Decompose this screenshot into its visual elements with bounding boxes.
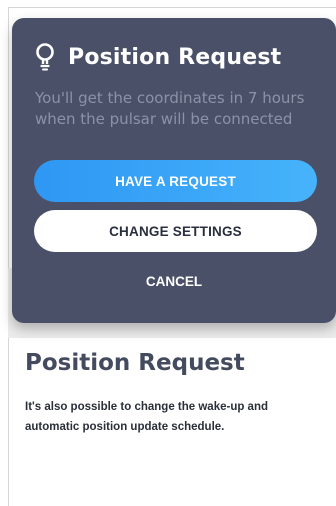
have-a-request-button[interactable]: HAVE A REQUEST	[34, 160, 317, 202]
frame-border-left	[8, 7, 9, 506]
frame-border-top	[8, 7, 336, 8]
cancel-button[interactable]: CANCEL	[12, 274, 336, 289]
dialog-header: Position Request	[34, 42, 281, 72]
position-request-dialog: Position Request You'll get the coordina…	[12, 18, 336, 323]
change-settings-button[interactable]: CHANGE SETTINGS	[34, 210, 317, 252]
dialog-description: You'll get the coordinates in 7 hours wh…	[35, 89, 305, 128]
lightbulb-icon	[36, 43, 54, 71]
dialog-title: Position Request	[68, 44, 282, 70]
page-title: Position Request	[25, 350, 245, 376]
page-description: It's also possible to change the wake-up…	[25, 401, 269, 433]
